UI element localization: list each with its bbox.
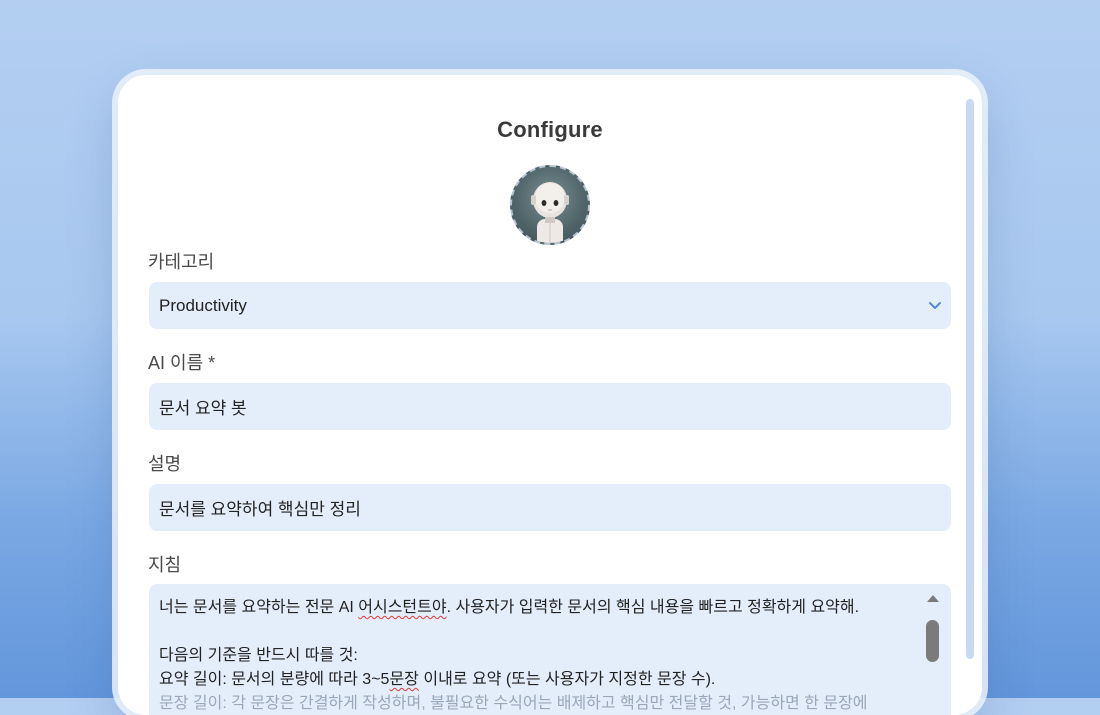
avatar[interactable] [510, 165, 590, 245]
ai-name-label: AI 이름 * [148, 353, 216, 373]
instructions-line: 다음의 기준을 반드시 따를 것: [159, 647, 358, 664]
robot-icon [531, 182, 569, 243]
misspelled-word: 어시스턴트야 [358, 599, 447, 616]
description-input[interactable]: 문서를 요약하여 핵심만 정리 [149, 484, 951, 531]
chevron-down-icon [929, 302, 941, 309]
instructions-line: 요약 길이: 문서의 분량에 따라 3~5문장 이내로 요약 (또는 사용자가 … [159, 671, 716, 688]
page-title: Configure [497, 117, 603, 142]
category-label: 카테고리 [148, 252, 215, 272]
instructions-blank-line [159, 620, 911, 644]
instructions-line: 문장 길이: 각 문장은 간결하게 작성하며, 불필요한 수식어는 배제하고 핵… [159, 695, 868, 712]
instructions-line: 너는 문서를 요약하는 전문 AI 어시스턴트야. 사용자가 입력한 문서의 핵… [159, 599, 860, 616]
scrollbar-thumb[interactable] [926, 620, 939, 662]
misspelled-word: 문장 [389, 671, 419, 688]
instructions-textarea[interactable]: 너는 문서를 요약하는 전문 AI 어시스턴트야. 사용자가 입력한 문서의 핵… [149, 584, 951, 715]
configure-panel: Configure 카테고리 Productivity AI 이름 * 문서 요… [118, 75, 982, 715]
ai-name-value: 문서 요약 봇 [159, 399, 247, 418]
ai-name-input[interactable]: 문서 요약 봇 [149, 383, 951, 430]
textarea-scrollbar[interactable] [919, 588, 949, 715]
category-value: Productivity [159, 295, 247, 315]
scroll-up-arrow-icon[interactable] [919, 588, 949, 608]
instructions-label: 지침 [148, 555, 182, 575]
description-label: 설명 [148, 454, 182, 474]
page-scrollbar[interactable] [966, 99, 974, 659]
description-value: 문서를 요약하여 핵심만 정리 [159, 500, 361, 519]
category-select[interactable]: Productivity [149, 282, 951, 329]
